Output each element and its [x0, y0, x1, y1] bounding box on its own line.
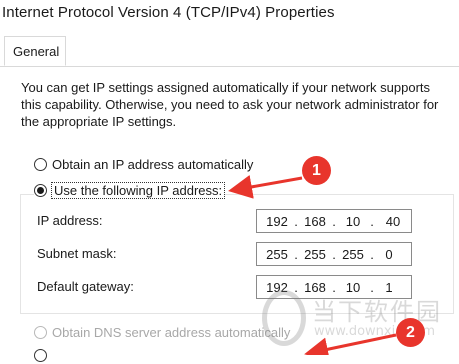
arrow-2: [304, 333, 397, 355]
annotation-arrows: [228, 175, 397, 355]
annotation-marker-2: 2: [396, 318, 425, 347]
annotation-marker-1: 1: [302, 156, 331, 185]
arrow-1: [228, 175, 303, 199]
